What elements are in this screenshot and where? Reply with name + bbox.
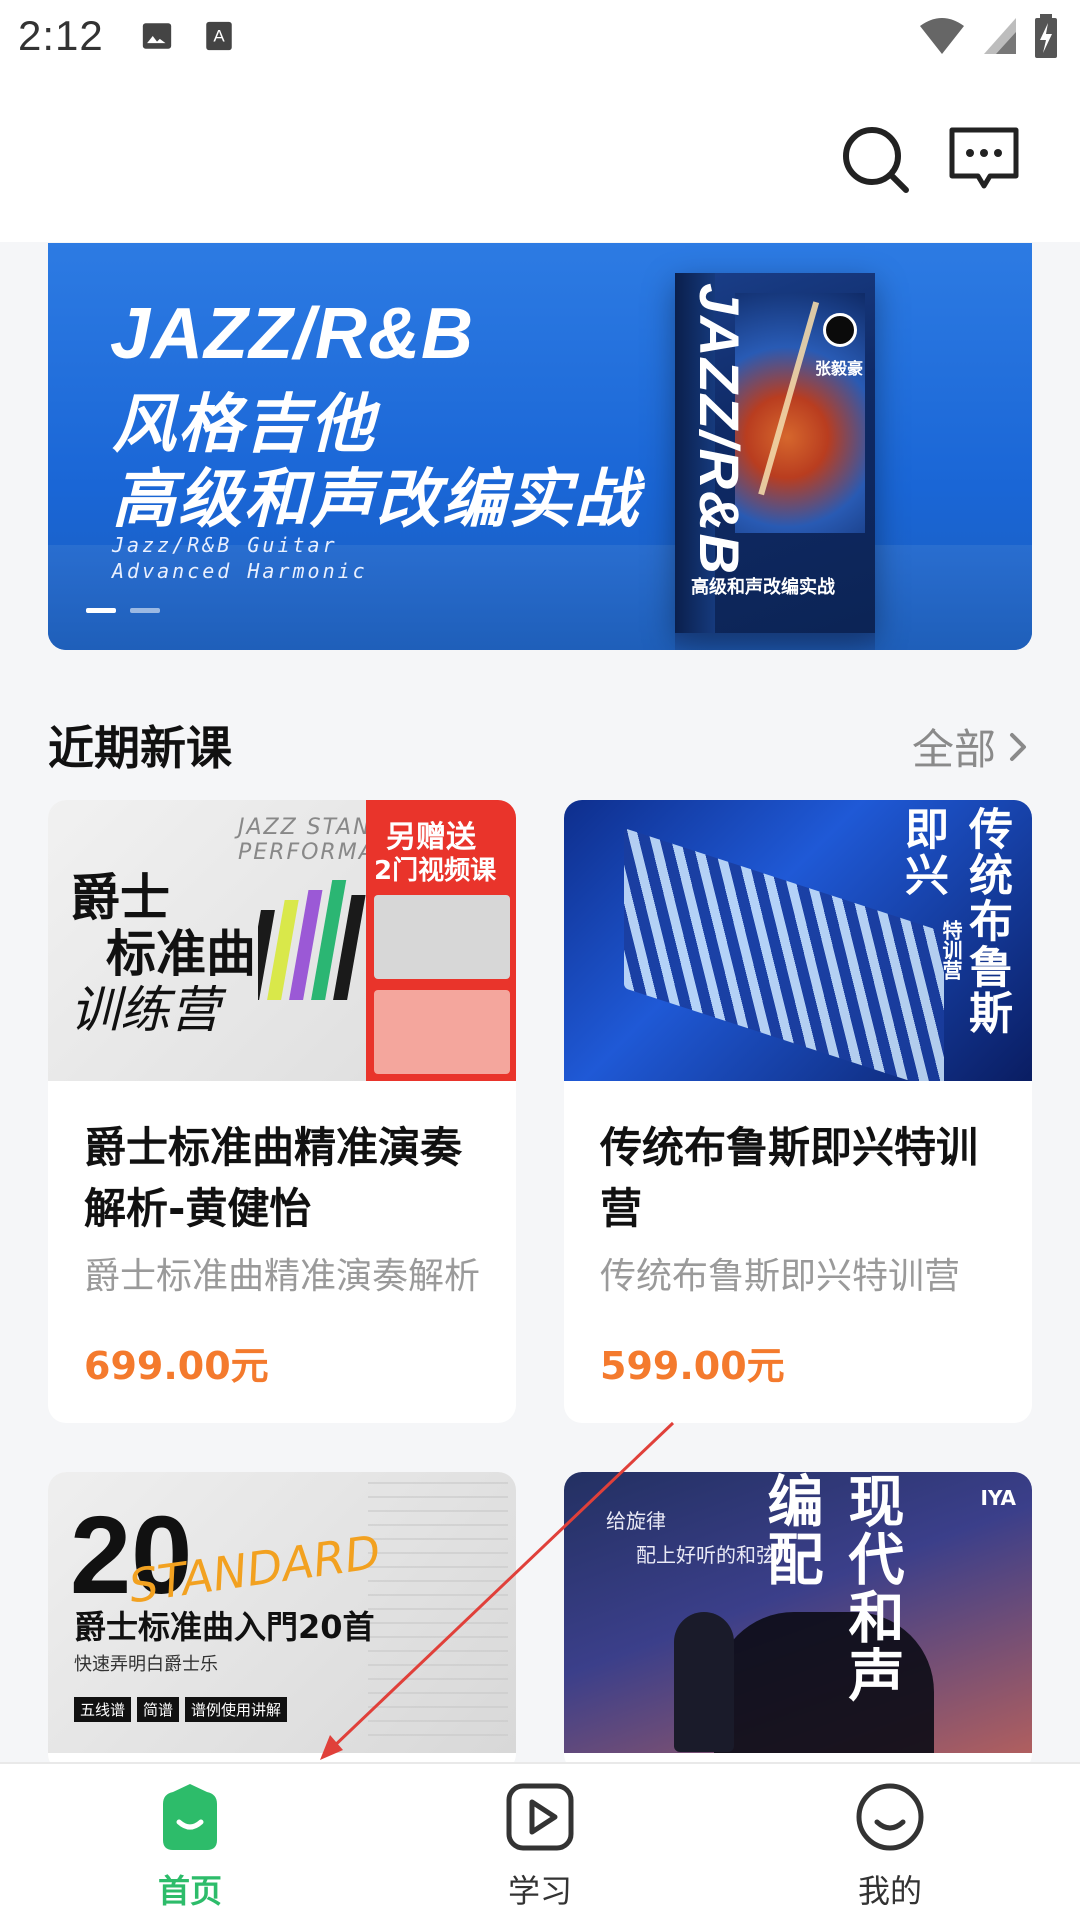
banner-book-image: JAZZ/R&B 张毅豪 高级和声改编实战 — [675, 273, 875, 633]
signal-icon — [984, 18, 1016, 54]
cover-tag: 五线谱 — [74, 1697, 132, 1722]
pianist-graphic — [674, 1612, 734, 1752]
course-cover-image: JAZZ STANDARDS PERFORMANCE 爵士 标准曲 训练营 另赠… — [48, 800, 516, 1081]
view-all-label: 全部 — [911, 725, 996, 774]
cover-title: 爵士 标准曲 训练营 — [70, 870, 256, 1038]
message-icon[interactable] — [944, 120, 1024, 200]
course-card[interactable]: 给旋律 配上好听的和弦 现代和声编配 IYA — [564, 1472, 1032, 1772]
banner-pagination — [86, 608, 160, 613]
bottom-navigation: 首页 学习 我的 — [0, 1762, 1080, 1920]
promo-thumb — [374, 990, 510, 1074]
course-card[interactable]: 传统布鲁斯即兴 特训营 传统布鲁斯即兴特训营 传统布鲁斯即兴特训营 599.00… — [564, 800, 1032, 1423]
image-icon — [142, 23, 171, 49]
banner-dot[interactable] — [86, 608, 116, 613]
book-bottom-title: 高级和声改编实战 — [691, 577, 835, 598]
cover-tags: 五线谱 简谱 谱例使用讲解 — [74, 1697, 288, 1722]
play-icon — [506, 1783, 574, 1851]
cover-tag: 简谱 — [137, 1697, 180, 1722]
course-title: 爵士标准曲精准演奏解析-黄健怡 — [84, 1123, 463, 1233]
cover-vertical-subtitle: 特训营 — [939, 920, 963, 980]
course-cover-image: 传统布鲁斯即兴 特训营 — [564, 800, 1032, 1081]
nav-home-label: 首页 — [157, 1872, 222, 1910]
cover-title-line: 标准曲 — [106, 925, 256, 983]
search-icon[interactable] — [836, 120, 916, 200]
course-card[interactable]: JAZZ STANDARDS PERFORMANCE 爵士 标准曲 训练营 另赠… — [48, 800, 516, 1423]
wifi-icon — [920, 18, 964, 54]
book-reflection — [675, 633, 875, 650]
nav-me-label: 我的 — [857, 1872, 922, 1910]
nav-study[interactable]: 学习 — [440, 1782, 640, 1912]
status-bar: 2:12 A — [0, 0, 1080, 72]
course-price: 599.00元 — [600, 1344, 785, 1388]
battery-icon — [1035, 14, 1057, 58]
profile-icon — [856, 1783, 924, 1851]
cover-brand: IYA — [980, 1486, 1017, 1510]
promo-panel: 另赠送 2门视频课 — [366, 800, 516, 1081]
course-info: 爵士标准曲精准演奏解析-黄健怡 爵士标准曲精准演奏解析 699.00元 — [48, 1081, 516, 1390]
book-author: 张毅豪 — [815, 359, 864, 378]
course-subtitle: 传统布鲁斯即兴特训营 — [600, 1256, 961, 1297]
section-title: 近期新课 — [48, 721, 232, 775]
banner-dot[interactable] — [130, 608, 160, 613]
nav-study-label: 学习 — [507, 1872, 572, 1910]
cover-title: 爵士标准曲入門20首 — [74, 1608, 375, 1646]
app-notification-icon: A — [206, 21, 232, 51]
promo-thumb — [374, 895, 510, 979]
book-vertical-title: JAZZ/R&B — [688, 283, 751, 576]
course-price: 699.00元 — [84, 1344, 269, 1388]
course-cover-image: 给旋律 配上好听的和弦 现代和声编配 IYA — [564, 1472, 1032, 1753]
cover-tag: 谱例使用讲解 — [185, 1697, 288, 1722]
chevron-right-icon — [1010, 732, 1026, 761]
status-time: 2:12 — [18, 12, 104, 59]
course-title: 传统布鲁斯即兴特训营 — [600, 1123, 979, 1233]
status-right — [918, 14, 1058, 58]
home-icon — [163, 1784, 217, 1850]
banner-title-line1: JAZZ/R&B — [110, 294, 474, 374]
banner-title-line3: 高级和声改编实战 — [112, 463, 640, 537]
course-card[interactable]: 20 STANDARD 爵士标准曲入門20首 快速弄明白爵士乐 五线谱 简谱 谱… — [48, 1472, 516, 1772]
promo-line2: 2门视频课 — [374, 856, 497, 886]
nav-me[interactable]: 我的 — [790, 1782, 990, 1912]
course-cover-image: 20 STANDARD 爵士标准曲入門20首 快速弄明白爵士乐 五线谱 简谱 谱… — [48, 1472, 516, 1753]
nav-home[interactable]: 首页 — [90, 1782, 290, 1912]
svg-text:A: A — [213, 27, 225, 46]
cover-title-line: 训练营 — [70, 981, 220, 1039]
song-list-graphic — [368, 1482, 508, 1742]
course-subtitle: 爵士标准曲精准演奏解析 — [84, 1256, 480, 1297]
cover-subtitle: 快速弄明白爵士乐 — [74, 1654, 218, 1675]
banner-subtitle-line2: Advanced Harmonic — [112, 559, 368, 583]
author-badge-icon — [823, 313, 857, 347]
course-info: 传统布鲁斯即兴特训营 传统布鲁斯即兴特训营 599.00元 — [564, 1081, 1032, 1390]
view-all-link[interactable]: 全部 — [912, 716, 1030, 777]
banner-subtitle-line1: Jazz/R&B Guitar — [112, 533, 338, 557]
cover-vertical-title: 现代和声编配 — [758, 1472, 904, 1704]
cover-title-line: 爵士 — [70, 869, 170, 927]
promo-banner[interactable]: JAZZ/R&B 风格吉他 高级和声改编实战 Jazz/R&B Guitar A… — [48, 243, 1032, 650]
top-bar — [0, 72, 1080, 242]
